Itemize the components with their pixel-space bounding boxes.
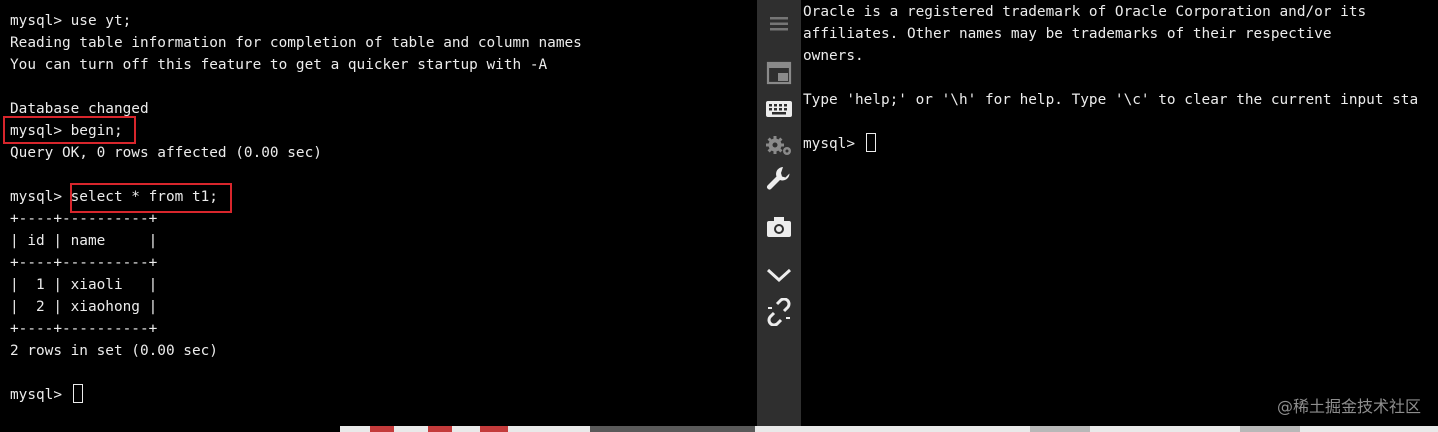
camera-icon[interactable]	[764, 212, 794, 242]
cursor	[72, 384, 83, 403]
table-row: | 1 | xiaoli |	[10, 277, 158, 293]
terminal-line: affiliates. Other names may be trademark…	[803, 26, 1332, 42]
chevron-down-icon[interactable]	[764, 260, 794, 290]
keyboard-icon[interactable]	[764, 94, 794, 124]
terminal-prompt-line[interactable]: mysql>	[10, 384, 83, 406]
terminal-line: Type 'help;' or '\h' for help. Type '\c'…	[803, 92, 1419, 108]
highlight-begin-box	[3, 116, 136, 144]
table-row: | 2 | xiaohong |	[10, 299, 158, 315]
table-border-line: +----+----------+	[10, 255, 158, 271]
left-terminal[interactable]: mysql> use yt; Reading table information…	[0, 0, 757, 432]
prompt: mysql>	[10, 387, 71, 403]
terminal-line: owners.	[803, 48, 864, 64]
window-icon[interactable]	[764, 58, 794, 88]
taskbar-window-tab[interactable]	[590, 426, 755, 432]
link-icon[interactable]	[764, 297, 794, 327]
terminal-line: 2 rows in set (0.00 sec)	[10, 343, 218, 359]
terminal-line: Reading table information for completion…	[10, 35, 582, 51]
right-terminal[interactable]: Oracle is a registered trademark of Orac…	[801, 0, 1438, 432]
taskbar-app-icon[interactable]	[428, 426, 452, 432]
terminal-prompt-line[interactable]: mysql>	[803, 133, 876, 155]
sidebar-toolbar	[757, 0, 801, 432]
taskbar-window-tab[interactable]	[1030, 426, 1090, 432]
highlight-select-box	[70, 183, 232, 213]
table-header-line: | id | name |	[10, 233, 158, 249]
taskbar-strip	[340, 426, 1438, 432]
terminal-line: mysql> use yt;	[10, 13, 132, 29]
settings-icon[interactable]	[764, 130, 794, 160]
taskbar-window-tab[interactable]	[1240, 426, 1300, 432]
taskbar-app-icon[interactable]	[480, 426, 508, 432]
terminal-line: Query OK, 0 rows affected (0.00 sec)	[10, 145, 322, 161]
cursor	[865, 133, 876, 152]
terminal-line: Oracle is a registered trademark of Orac…	[803, 4, 1367, 20]
taskbar-app-icon[interactable]	[370, 426, 394, 432]
menu-icon[interactable]	[764, 9, 794, 39]
watermark: @稀土掘金技术社区	[1276, 397, 1421, 416]
wrench-icon[interactable]	[764, 164, 794, 194]
prompt: mysql>	[803, 136, 864, 152]
terminal-line: You can turn off this feature to get a q…	[10, 57, 548, 73]
table-border-line: +----+----------+	[10, 321, 158, 337]
